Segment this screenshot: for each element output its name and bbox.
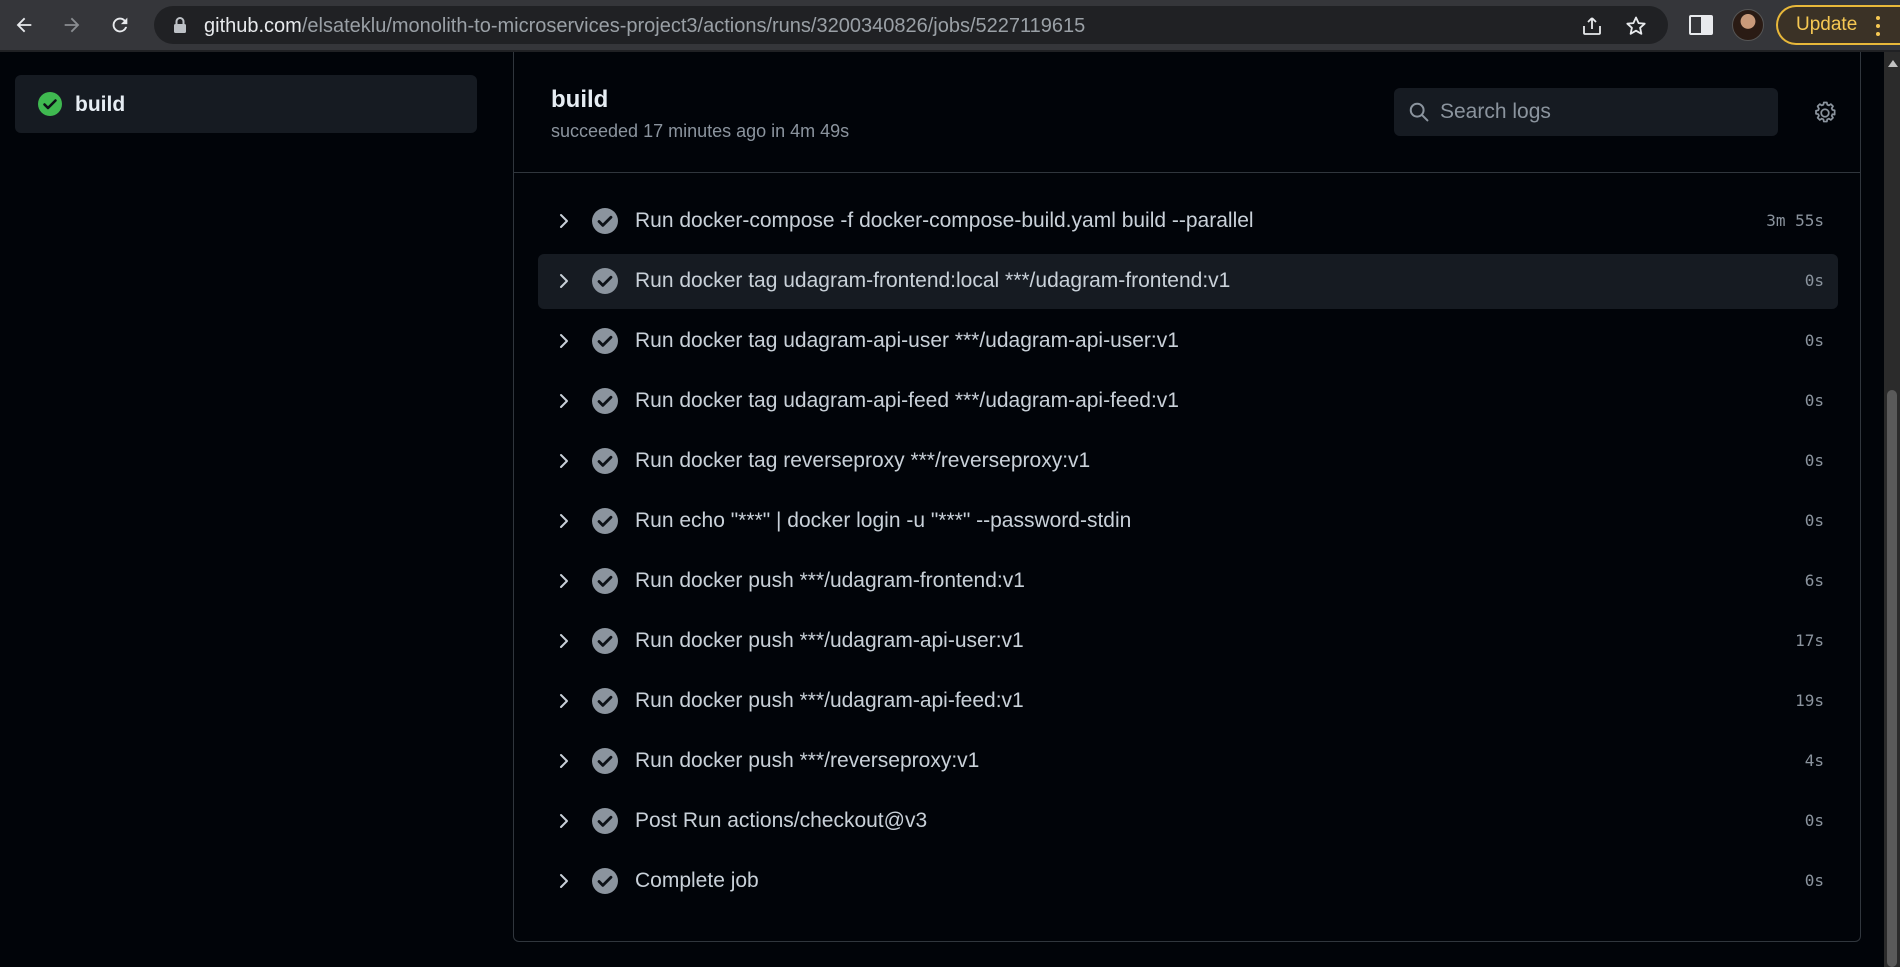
chevron-right-icon[interactable] bbox=[554, 631, 574, 651]
step-duration: 3m 55s bbox=[1766, 211, 1824, 230]
check-circle-fill-icon bbox=[592, 508, 618, 534]
reload-icon bbox=[112, 17, 128, 33]
scrollbar-thumb[interactable] bbox=[1887, 390, 1897, 967]
gear-icon[interactable] bbox=[1812, 100, 1838, 126]
chevron-right-icon[interactable] bbox=[554, 691, 574, 711]
address-bar[interactable]: github.com/elsateklu/monolith-to-microse… bbox=[154, 6, 1668, 44]
step-row[interactable]: Complete job 0s bbox=[538, 854, 1838, 909]
check-circle-fill-icon bbox=[38, 92, 62, 116]
check-circle-fill-icon bbox=[592, 268, 618, 294]
step-row[interactable]: Run docker push ***/reverseproxy:v1 4s bbox=[538, 734, 1838, 789]
chevron-right-icon[interactable] bbox=[554, 331, 574, 351]
side-panel-icon[interactable] bbox=[1688, 13, 1714, 37]
job-status-meta: succeeded 17 minutes ago in 4m 49s bbox=[551, 121, 850, 141]
browser-toolbar: github.com/elsateklu/monolith-to-microse… bbox=[0, 0, 1900, 52]
search-logs-field[interactable] bbox=[1394, 88, 1778, 136]
step-row[interactable]: Run docker push ***/udagram-api-feed:v1 1… bbox=[538, 674, 1838, 729]
star-icon[interactable] bbox=[1624, 14, 1648, 38]
step-duration: 19s bbox=[1795, 691, 1824, 710]
check-circle-fill-icon bbox=[592, 808, 618, 834]
lock-icon bbox=[174, 17, 186, 33]
step-name: Run docker tag reverseproxy ***/reversep… bbox=[635, 449, 1091, 472]
check-circle-fill-icon bbox=[592, 628, 618, 654]
chevron-right-icon[interactable] bbox=[554, 811, 574, 831]
search-icon bbox=[1409, 102, 1429, 122]
url-text: github.com/elsateklu/monolith-to-microse… bbox=[204, 15, 1086, 37]
share-icon[interactable] bbox=[1580, 14, 1604, 38]
step-duration: 0s bbox=[1804, 511, 1824, 530]
chevron-right-icon[interactable] bbox=[554, 451, 574, 471]
step-row[interactable]: Run docker push ***/udagram-frontend:v1 6… bbox=[538, 554, 1838, 609]
step-duration: 0s bbox=[1804, 271, 1824, 290]
step-duration: 0s bbox=[1804, 391, 1824, 410]
step-duration: 6s bbox=[1804, 571, 1824, 590]
check-circle-fill-icon bbox=[592, 448, 618, 474]
step-duration: 0s bbox=[1804, 811, 1824, 830]
step-duration: 17s bbox=[1795, 631, 1824, 650]
check-circle-fill-icon bbox=[592, 748, 618, 774]
step-row[interactable]: Run docker tag udagram-api-feed ***/udag… bbox=[538, 374, 1838, 429]
step-duration: 4s bbox=[1804, 751, 1824, 770]
step-row[interactable]: Run docker tag reverseproxy ***/reversep… bbox=[538, 434, 1838, 489]
step-name: Run docker tag udagram-frontend:local **… bbox=[635, 269, 1231, 292]
chevron-right-icon[interactable] bbox=[554, 271, 574, 291]
steps-list: Run docker-compose -f docker-compose-bui… bbox=[538, 194, 1838, 914]
step-row[interactable]: Post Run actions/checkout@v3 0s bbox=[538, 794, 1838, 849]
step-name: Run docker tag udagram-api-feed ***/udag… bbox=[635, 389, 1179, 412]
chevron-right-icon[interactable] bbox=[554, 391, 574, 411]
step-row[interactable]: Run docker tag udagram-api-user ***/udag… bbox=[538, 314, 1838, 369]
step-name: Post Run actions/checkout@v3 bbox=[635, 809, 928, 832]
step-name: Complete job bbox=[635, 869, 759, 892]
step-duration: 0s bbox=[1804, 451, 1824, 470]
job-log-panel: build succeeded 17 minutes ago in 4m 49s… bbox=[513, 52, 1861, 942]
update-label: Update bbox=[1796, 14, 1858, 35]
chevron-right-icon[interactable] bbox=[554, 751, 574, 771]
sidebar-job-label: build bbox=[75, 93, 126, 116]
step-name: Run docker tag udagram-api-user ***/udag… bbox=[635, 329, 1179, 352]
forward-button[interactable] bbox=[55, 8, 89, 42]
scroll-up-arrow-icon[interactable] bbox=[1888, 60, 1898, 67]
check-circle-fill-icon bbox=[592, 388, 618, 414]
page-scrollbar[interactable] bbox=[1884, 52, 1900, 967]
step-name: Run docker push ***/udagram-api-user:v1 bbox=[635, 629, 1024, 652]
reload-button[interactable] bbox=[103, 8, 137, 42]
step-row[interactable]: Run docker tag udagram-frontend:local **… bbox=[538, 254, 1838, 309]
job-title: build bbox=[551, 86, 609, 113]
check-circle-fill-icon bbox=[592, 208, 618, 234]
chevron-right-icon[interactable] bbox=[554, 871, 574, 891]
check-circle-fill-icon bbox=[592, 568, 618, 594]
step-row[interactable]: Run docker push ***/udagram-api-user:v1 1… bbox=[538, 614, 1838, 669]
sidebar-job-build[interactable]: build bbox=[15, 75, 477, 133]
step-row[interactable]: Run echo "***" | docker login -u "***" -… bbox=[538, 494, 1838, 549]
step-name: Run docker push ***/reverseproxy:v1 bbox=[635, 749, 980, 772]
chevron-right-icon[interactable] bbox=[554, 211, 574, 231]
step-name: Run docker push ***/udagram-frontend:v1 bbox=[635, 569, 1025, 592]
check-circle-fill-icon bbox=[592, 688, 618, 714]
arrow-left-icon bbox=[16, 17, 32, 33]
step-name: Run docker push ***/udagram-api-feed:v1 bbox=[635, 689, 1024, 712]
job-header: build succeeded 17 minutes ago in 4m 49s bbox=[514, 52, 1860, 173]
search-logs-input[interactable] bbox=[1440, 88, 1760, 136]
update-button[interactable]: Update bbox=[1776, 5, 1900, 45]
step-duration: 0s bbox=[1804, 331, 1824, 350]
arrow-right-icon bbox=[64, 17, 80, 33]
check-circle-fill-icon bbox=[592, 868, 618, 894]
profile-avatar[interactable] bbox=[1732, 9, 1764, 41]
check-circle-fill-icon bbox=[592, 328, 618, 354]
kebab-menu-icon[interactable] bbox=[1876, 16, 1880, 36]
chevron-right-icon[interactable] bbox=[554, 511, 574, 531]
chevron-right-icon[interactable] bbox=[554, 571, 574, 591]
back-button[interactable] bbox=[7, 8, 41, 42]
step-name: Run docker-compose -f docker-compose-bui… bbox=[635, 209, 1254, 232]
step-row[interactable]: Run docker-compose -f docker-compose-bui… bbox=[538, 194, 1838, 249]
step-duration: 0s bbox=[1804, 871, 1824, 890]
step-name: Run echo "***" | docker login -u "***" -… bbox=[635, 509, 1132, 532]
